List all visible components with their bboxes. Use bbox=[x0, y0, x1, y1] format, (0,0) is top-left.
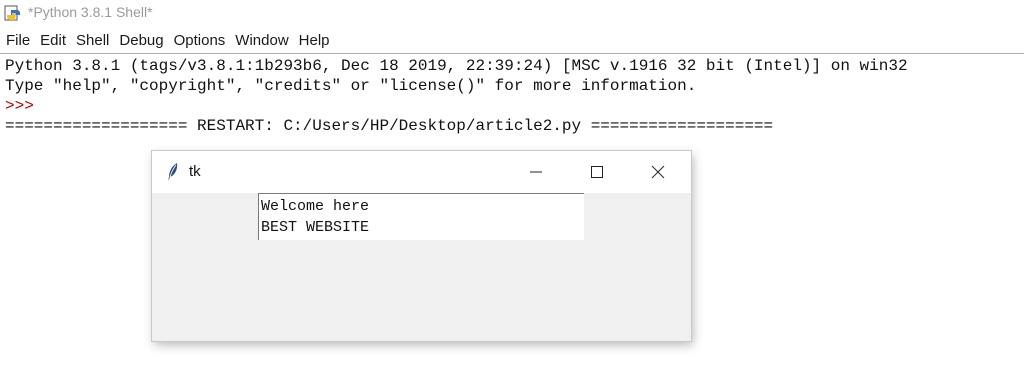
python-idle-icon bbox=[4, 5, 20, 21]
menu-debug[interactable]: Debug bbox=[113, 30, 167, 52]
maximize-button[interactable] bbox=[574, 151, 620, 193]
shell-restart-line: =================== RESTART: C:/Users/HP… bbox=[5, 117, 774, 135]
menu-file[interactable]: File bbox=[0, 30, 34, 52]
window-title: *Python 3.8.1 Shell* bbox=[28, 4, 153, 20]
tk-window-title: tk bbox=[189, 163, 201, 180]
tk-text-line-2: BEST WEBSITE bbox=[261, 219, 370, 236]
maximize-icon bbox=[591, 166, 603, 178]
menu-options[interactable]: Options bbox=[168, 30, 230, 52]
shell-info-line: Type "help", "copyright", "credits" or "… bbox=[5, 77, 697, 95]
menu-help[interactable]: Help bbox=[293, 30, 334, 52]
menu-edit[interactable]: Edit bbox=[34, 30, 70, 52]
tk-title-bar[interactable]: tk bbox=[152, 151, 691, 193]
shell-prompt: >>> bbox=[5, 97, 34, 115]
minimize-icon bbox=[530, 171, 542, 173]
tk-text-widget[interactable]: Welcome here BEST WEBSITE bbox=[258, 193, 584, 240]
tk-feather-icon bbox=[168, 163, 178, 181]
shell-banner-line: Python 3.8.1 (tags/v3.8.1:1b293b6, Dec 1… bbox=[5, 57, 908, 75]
minimize-button[interactable] bbox=[513, 151, 559, 193]
menu-window[interactable]: Window bbox=[229, 30, 292, 52]
tk-window[interactable]: tk Welcome here BEST WEBSITE bbox=[152, 151, 691, 341]
tk-window-body: Welcome here BEST WEBSITE bbox=[152, 193, 691, 341]
close-icon bbox=[651, 165, 665, 179]
title-bar[interactable]: *Python 3.8.1 Shell* bbox=[0, 0, 1024, 26]
close-button[interactable] bbox=[635, 151, 681, 193]
menu-bar: File Edit Shell Debug Options Window Hel… bbox=[0, 30, 334, 52]
menu-shell[interactable]: Shell bbox=[70, 30, 113, 52]
tk-text-line-1: Welcome here bbox=[261, 198, 370, 215]
